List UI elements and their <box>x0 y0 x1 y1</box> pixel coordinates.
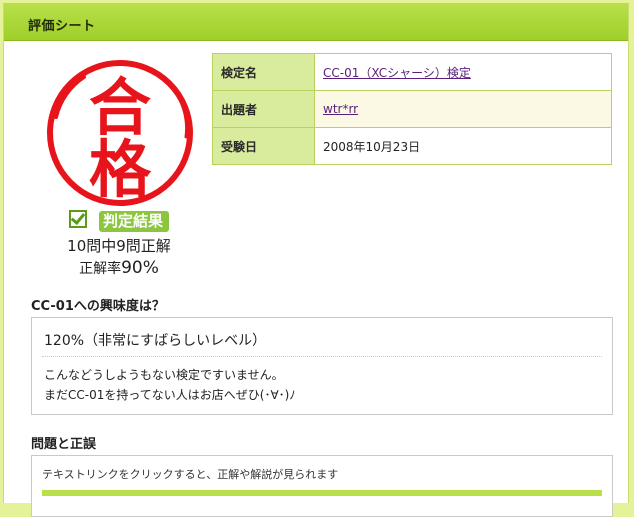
interest-box: 120%（非常にすばらしいレベル） こんなどうしようもない検定ですいません。 ま… <box>31 317 613 415</box>
questions-section-title: 問題と正誤 <box>31 437 97 452</box>
accuracy-value: 90% <box>121 258 159 278</box>
divider <box>42 356 602 357</box>
result-summary: 判定結果 10問中9問正解 正解率90% <box>24 210 214 278</box>
pass-stamp-icon: 合 格 <box>47 60 193 206</box>
exam-date-value: 2008年10月23日 <box>314 127 612 165</box>
exam-date-label: 受験日 <box>212 127 315 165</box>
author-link[interactable]: wtr*rr <box>323 102 358 116</box>
questions-box: テキストリンクをクリックすると、正解や解説が見られます <box>31 455 613 517</box>
exam-date-row: 受験日 2008年10月23日 <box>212 127 612 165</box>
author-label: 出題者 <box>212 90 315 128</box>
comment-line-1: こんなどうしようもない検定ですいません。 <box>44 368 284 382</box>
exam-name-label: 検定名 <box>212 53 315 91</box>
questions-hint: テキストリンクをクリックすると、正解や解説が見られます <box>42 468 339 481</box>
panel-title: 評価シート <box>28 19 96 34</box>
accuracy-label: 正解率 <box>79 261 122 277</box>
score-text: 10問中9問正解 <box>67 237 171 255</box>
stamp-bottom-char: 格 <box>89 133 152 206</box>
checkbox-icon <box>68 210 87 228</box>
evaluation-sheet-panel: 評価シート 合 格 判定結果 10問中9問正解 正解率90% 検定名 CC-01… <box>3 3 629 517</box>
exam-info-table: 検定名 CC-01（XCシャーシ）検定 出題者 wtr*rr 受験日 2008年… <box>212 53 612 165</box>
result-badge: 判定結果 <box>98 211 169 232</box>
panel-header: 評価シート <box>4 3 628 41</box>
author-row: 出題者 wtr*rr <box>212 90 612 128</box>
exam-name-row: 検定名 CC-01（XCシャーシ）検定 <box>212 53 612 91</box>
exam-name-link[interactable]: CC-01（XCシャーシ）検定 <box>323 66 471 80</box>
comment-line-2: まだCC-01を持ってない人はお店へぜひ(･∀･)ﾉ <box>44 388 296 402</box>
interest-level-text: 120%（非常にすばらしいレベル） <box>44 333 267 349</box>
interest-section-title: CC-01への興味度は？ <box>31 299 165 314</box>
accuracy-rate: 正解率90% <box>24 258 214 278</box>
